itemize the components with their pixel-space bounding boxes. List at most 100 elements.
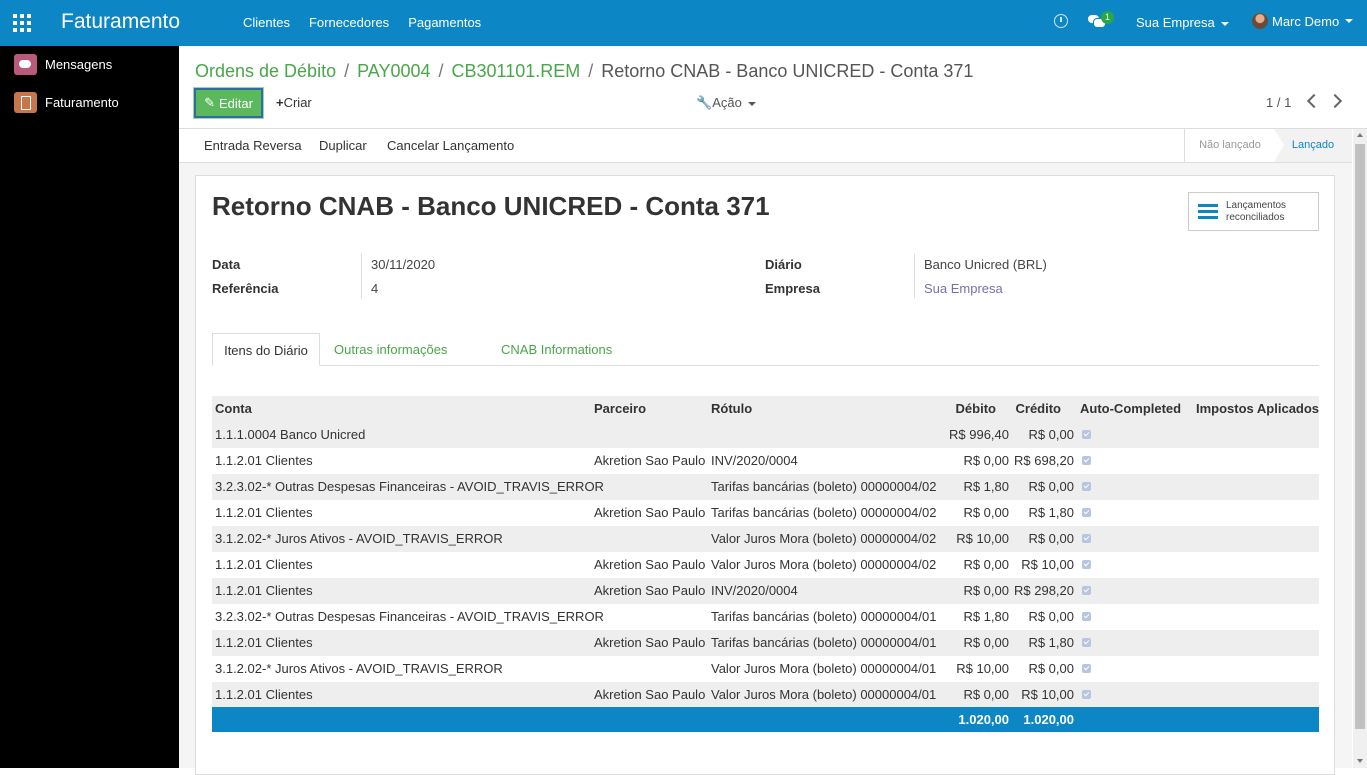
- reverse-entry-button[interactable]: Entrada Reversa: [204, 138, 302, 153]
- col-debito[interactable]: Débito: [932, 396, 996, 422]
- duplicate-button[interactable]: Duplicar: [319, 138, 367, 153]
- cell-conta: 3.1.2.02-* Juros Ativos - AVOID_TRAVIS_E…: [215, 661, 503, 676]
- cell-debito: R$ 1,80: [963, 479, 1009, 494]
- cell-credito: R$ 0,00: [1028, 427, 1074, 442]
- table-row[interactable]: 3.2.3.02-* Outras Despesas Financeiras -…: [212, 474, 1319, 500]
- cell-rotulo: Tarifas bancárias (boleto) 00000004/01: [711, 609, 937, 624]
- action-dropdown[interactable]: 🔧Ação: [696, 95, 756, 111]
- table-row[interactable]: 3.1.2.02-* Juros Ativos - AVOID_TRAVIS_E…: [212, 656, 1319, 682]
- cell-conta: 1.1.2.01 Clientes: [215, 505, 313, 520]
- cell-credito: R$ 0,00: [1028, 531, 1074, 546]
- menu-pagamentos[interactable]: Pagamentos: [408, 15, 481, 30]
- scroll-down-arrow-icon[interactable]: [1357, 759, 1363, 763]
- breadcrumb-pay0004[interactable]: PAY0004: [357, 61, 430, 81]
- smart-line-1: Lançamentos: [1226, 200, 1287, 211]
- user-menu[interactable]: Marc Demo: [1252, 13, 1354, 29]
- company-switcher[interactable]: Sua Empresa: [1136, 15, 1229, 30]
- auto-completed-checkbox-icon: [1082, 612, 1091, 621]
- sidebar-item-label: Faturamento: [45, 95, 119, 110]
- create-button[interactable]: +Criar: [276, 95, 312, 110]
- cell-credito: R$ 1,80: [1028, 635, 1074, 650]
- scroll-up-arrow-icon[interactable]: [1357, 133, 1363, 137]
- chevron-left-icon[interactable]: [1306, 93, 1322, 109]
- status-bar: Entrada Reversa Duplicar Cancelar Lançam…: [179, 129, 1352, 163]
- action-label: Ação: [712, 95, 742, 110]
- table-row[interactable]: 1.1.2.01 Clientes Akretion Sao Paulo INV/2…: [212, 578, 1319, 604]
- reconciled-entries-button[interactable]: Lançamentos reconciliados: [1188, 192, 1319, 231]
- auto-completed-checkbox-icon: [1082, 638, 1091, 647]
- cell-rotulo: INV/2020/0004: [711, 453, 798, 468]
- plus-icon: +: [276, 95, 284, 110]
- cell-credito: R$ 0,00: [1028, 661, 1074, 676]
- table-row[interactable]: 3.2.3.02-* Outras Despesas Financeiras -…: [212, 604, 1319, 630]
- chevron-down-icon: [747, 101, 756, 106]
- sidebar-item-mensagens[interactable]: Mensagens: [14, 54, 112, 75]
- page-title: Retorno CNAB - Banco UNICRED - Conta 371: [212, 191, 770, 221]
- total-credit: 1.020,00: [1023, 712, 1074, 727]
- cell-conta: 1.1.2.01 Clientes: [215, 557, 313, 572]
- apps-menu-icon[interactable]: [13, 14, 31, 32]
- pager-value[interactable]: 1 / 1: [1266, 95, 1291, 110]
- col-conta[interactable]: Conta: [215, 396, 252, 422]
- cell-conta: 1.1.2.01 Clientes: [215, 635, 313, 650]
- breadcrumb: Ordens de Débito / PAY0004 / CB301101.REM / Re…: [195, 61, 973, 82]
- cell-credito: R$ 10,00: [1021, 557, 1074, 572]
- messages-icon: [14, 54, 37, 75]
- table-row[interactable]: 3.1.2.02-* Juros Ativos - AVOID_TRAVIS_E…: [212, 526, 1319, 552]
- sidebar: Mensagens Faturamento: [0, 46, 179, 768]
- app-brand[interactable]: Faturamento: [61, 10, 180, 34]
- col-rotulo[interactable]: Rótulo: [711, 396, 752, 422]
- auto-completed-checkbox-icon: [1082, 456, 1091, 465]
- col-impostos[interactable]: Impostos Aplicados: [1196, 396, 1319, 422]
- reference-value: 4: [371, 281, 379, 296]
- table-row[interactable]: 1.1.2.01 Clientes Akretion Sao Paulo Valor…: [212, 682, 1319, 708]
- cell-rotulo: Tarifas bancárias (boleto) 00000004/01: [711, 635, 937, 650]
- cell-credito: R$ 0,00: [1028, 479, 1074, 494]
- sidebar-item-faturamento[interactable]: Faturamento: [14, 92, 119, 113]
- stage-posted[interactable]: Lançado: [1274, 129, 1352, 162]
- cell-conta: 1.1.2.01 Clientes: [215, 453, 313, 468]
- invoicing-icon: [14, 92, 37, 113]
- cell-rotulo: Valor Juros Mora (boleto) 00000004/01: [711, 687, 937, 702]
- table-row[interactable]: 1.1.1.0004 Banco Unicred R$ 996,40 R$ 0,00: [212, 422, 1319, 448]
- table-row[interactable]: 1.1.2.01 Clientes Akretion Sao Paulo INV/2…: [212, 448, 1319, 474]
- breadcrumb-rem-file[interactable]: CB301101.REM: [452, 61, 581, 81]
- menu-clientes[interactable]: Clientes: [243, 15, 290, 30]
- cell-rotulo: INV/2020/0004: [711, 583, 798, 598]
- avatar: [1252, 13, 1268, 29]
- tab-journal-items[interactable]: Itens do Diário: [212, 333, 320, 366]
- list-icon: [1198, 204, 1218, 220]
- tab-cnab-info[interactable]: CNAB Informations: [501, 333, 612, 366]
- top-navbar: Faturamento Clientes Fornecedores Pagame…: [0, 0, 1367, 46]
- cell-conta: 1.1.2.01 Clientes: [215, 583, 313, 598]
- table-row[interactable]: 1.1.2.01 Clientes Akretion Sao Paulo Tarif…: [212, 500, 1319, 526]
- cancel-entry-button[interactable]: Cancelar Lançamento: [387, 138, 514, 153]
- cell-parceiro: Akretion Sao Paulo: [594, 583, 706, 598]
- company-field-link[interactable]: Sua Empresa: [924, 281, 1003, 296]
- cell-conta: 3.2.3.02-* Outras Despesas Financeiras -…: [215, 479, 604, 494]
- scroll-thumb[interactable]: [1355, 144, 1365, 729]
- scrollbar[interactable]: [1353, 129, 1367, 768]
- stage-draft[interactable]: Não lançado: [1184, 129, 1275, 162]
- chevron-right-icon[interactable]: [1327, 93, 1343, 109]
- auto-completed-checkbox-icon: [1082, 482, 1091, 491]
- col-auto-completed[interactable]: Auto-Completed: [1080, 396, 1181, 422]
- auto-completed-checkbox-icon: [1082, 586, 1091, 595]
- activity-clock-icon[interactable]: [1054, 14, 1068, 28]
- table-row[interactable]: 1.1.2.01 Clientes Akretion Sao Paulo Tarif…: [212, 630, 1319, 656]
- col-parceiro[interactable]: Parceiro: [594, 396, 646, 422]
- col-credito[interactable]: Crédito: [1002, 396, 1062, 422]
- breadcrumb-ordens-debito[interactable]: Ordens de Débito: [195, 61, 336, 81]
- table-row[interactable]: 1.1.2.01 Clientes Akretion Sao Paulo Valor…: [212, 552, 1319, 578]
- tab-other-info[interactable]: Outras informações: [334, 333, 447, 366]
- cell-rotulo: Tarifas bancárias (boleto) 00000004/02: [711, 505, 937, 520]
- breadcrumb-separator: /: [344, 61, 350, 81]
- journal-label: Diário: [765, 257, 802, 272]
- company-label: Sua Empresa: [1136, 15, 1215, 30]
- user-name: Marc Demo: [1272, 13, 1340, 29]
- edit-button[interactable]: ✎ Editar: [193, 87, 264, 119]
- auto-completed-checkbox-icon: [1082, 560, 1091, 569]
- smart-line-2: reconciliados: [1226, 212, 1285, 223]
- menu-fornecedores[interactable]: Fornecedores: [309, 15, 389, 30]
- auto-completed-checkbox-icon: [1082, 534, 1091, 543]
